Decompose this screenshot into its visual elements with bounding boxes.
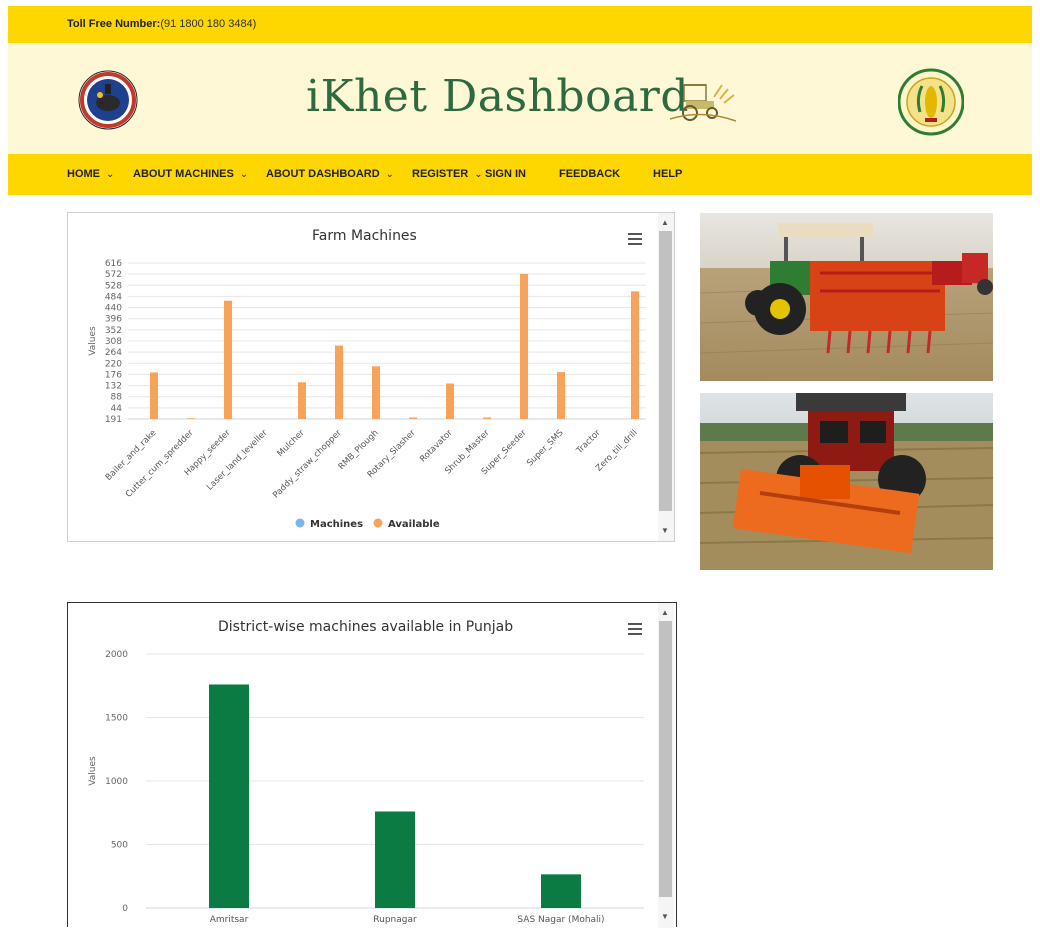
bar-available bbox=[372, 366, 380, 419]
remote-sensing-centre-logo bbox=[78, 70, 138, 130]
nav-feedback[interactable]: FEEDBACK bbox=[559, 168, 620, 180]
y-tick-label: 264 bbox=[105, 348, 122, 358]
nav-feedback-label: FEEDBACK bbox=[559, 168, 621, 180]
legend-label: Machines bbox=[310, 519, 363, 530]
tractor-with-red-seeder-photo bbox=[700, 213, 993, 381]
bar-district bbox=[209, 684, 249, 908]
scroll-down-icon[interactable]: ▼ bbox=[661, 527, 669, 535]
y-tick-label: 484 bbox=[105, 292, 122, 302]
toll-free-label: Toll Free Number: bbox=[67, 18, 161, 30]
bar-district bbox=[541, 874, 581, 908]
main-navigation: HOME ⌄ ABOUT MACHINES ⌄ ABOUT DASHBOARD ⌄ R… bbox=[8, 154, 1032, 195]
farm-machines-chart-panel: Farm Machines 191 44 88 132 176 220 264 308 352 3… bbox=[67, 212, 675, 542]
toll-free-value: (91 1800 180 3484) bbox=[160, 18, 257, 30]
bar-available bbox=[557, 372, 565, 419]
chevron-down-icon: ⌄ bbox=[474, 169, 483, 180]
nav-sign-in[interactable]: SIGN IN bbox=[485, 168, 526, 180]
x-tick-label: Amritsar bbox=[210, 915, 249, 925]
scrollbar-thumb[interactable] bbox=[659, 231, 672, 511]
x-tick-label: Rotavator bbox=[418, 428, 455, 465]
nav-about-machines[interactable]: ABOUT MACHINES ⌄ bbox=[133, 168, 248, 180]
scroll-up-icon[interactable]: ▲ bbox=[661, 219, 669, 227]
nav-home-label: HOME bbox=[67, 168, 100, 180]
bar-available bbox=[483, 417, 491, 419]
bar-available bbox=[520, 273, 528, 419]
tractor-farm-illustration-icon bbox=[669, 84, 737, 122]
bar-available bbox=[631, 291, 639, 419]
y-tick-label: 1000 bbox=[105, 777, 128, 787]
y-tick-label: 1500 bbox=[105, 714, 128, 724]
y-tick-label: 616 bbox=[105, 259, 122, 269]
district-wise-chart-panel: District-wise machines available in Punj… bbox=[67, 602, 677, 928]
y-tick-label: 528 bbox=[105, 281, 122, 291]
y-tick-label: 44 bbox=[111, 404, 123, 414]
y-tick-label: 176 bbox=[105, 370, 122, 380]
chevron-down-icon: ⌄ bbox=[239, 169, 249, 180]
tractor-with-orange-mulcher-photo bbox=[700, 393, 993, 570]
district-wise-chart: 0 500 1000 1500 2000 Values Amritsar Rupnagar SA… bbox=[88, 650, 644, 925]
nav-sign-in-label: SIGN IN bbox=[485, 168, 526, 180]
y-tick-label: 88 bbox=[111, 393, 123, 403]
y-tick-label: 0 bbox=[122, 904, 128, 914]
y-tick-label: 220 bbox=[105, 359, 122, 369]
top-info-bar: Toll Free Number:(91 1800 180 3484) bbox=[8, 6, 1032, 43]
x-tick-label: Rupnagar bbox=[373, 915, 417, 925]
bar-available bbox=[409, 417, 417, 419]
nav-about-dashboard-label: ABOUT DASHBOARD bbox=[266, 168, 380, 180]
bar-available bbox=[187, 418, 195, 419]
x-tick-label: SAS Nagar (Mohali) bbox=[517, 915, 604, 925]
nav-home[interactable]: HOME ⌄ bbox=[67, 168, 114, 180]
toll-free-number: Toll Free Number:(91 1800 180 3484) bbox=[67, 18, 256, 30]
y-tick-label: 572 bbox=[105, 270, 122, 280]
x-tick-label: Mulcher bbox=[276, 428, 307, 459]
y-tick-label: 308 bbox=[105, 337, 122, 347]
scroll-up-icon[interactable]: ▲ bbox=[661, 609, 669, 617]
legend-label: Available bbox=[388, 519, 440, 530]
y-tick-label: 132 bbox=[105, 382, 122, 392]
y-tick-label: 440 bbox=[105, 304, 122, 314]
legend-marker bbox=[373, 518, 383, 528]
bar-available bbox=[224, 300, 232, 419]
x-tick-label: Tractor bbox=[574, 428, 603, 457]
y-tick-label: 2000 bbox=[105, 650, 128, 660]
x-tick-label: Paddy_straw_chopper bbox=[271, 428, 344, 501]
bar-available bbox=[298, 382, 306, 419]
bar-available bbox=[150, 372, 158, 419]
x-tick-label: Cutter_cum_spredder bbox=[124, 428, 196, 500]
site-header: iKhet Dashboard bbox=[8, 43, 1032, 154]
nav-help[interactable]: HELP bbox=[653, 168, 682, 180]
x-tick-label: Super_SMS bbox=[525, 428, 566, 469]
nav-about-machines-label: ABOUT MACHINES bbox=[133, 168, 234, 180]
chevron-down-icon: ⌄ bbox=[106, 169, 115, 180]
nav-register-label: REGISTER bbox=[412, 168, 469, 180]
bar-district bbox=[375, 811, 415, 908]
department-of-agriculture-logo bbox=[898, 68, 964, 136]
nav-help-label: HELP bbox=[653, 168, 683, 180]
chart-b-scrollbar[interactable]: ▲ ▼ bbox=[658, 603, 674, 928]
legend-marker bbox=[295, 518, 305, 528]
y-axis-title: Values bbox=[88, 326, 98, 356]
y-tick-label: 500 bbox=[111, 841, 128, 851]
chart-a-scrollbar[interactable]: ▲ ▼ bbox=[658, 213, 674, 541]
nav-register[interactable]: REGISTER ⌄ bbox=[412, 168, 483, 180]
y-tick-label: 191 bbox=[105, 415, 122, 425]
scroll-down-icon[interactable]: ▼ bbox=[661, 913, 669, 921]
bar-available bbox=[446, 383, 454, 419]
nav-about-dashboard[interactable]: ABOUT DASHBOARD ⌄ bbox=[266, 168, 394, 180]
site-title: iKhet Dashboard bbox=[306, 71, 690, 122]
y-tick-label: 352 bbox=[105, 326, 122, 336]
bar-available bbox=[335, 345, 343, 419]
scrollbar-thumb[interactable] bbox=[659, 621, 672, 897]
y-tick-label: 396 bbox=[105, 315, 122, 325]
farm-machines-chart: 1914488132 176220264308352396440 484528572… bbox=[88, 259, 646, 530]
chevron-down-icon: ⌄ bbox=[385, 169, 395, 180]
y-axis-title: Values bbox=[88, 756, 98, 786]
